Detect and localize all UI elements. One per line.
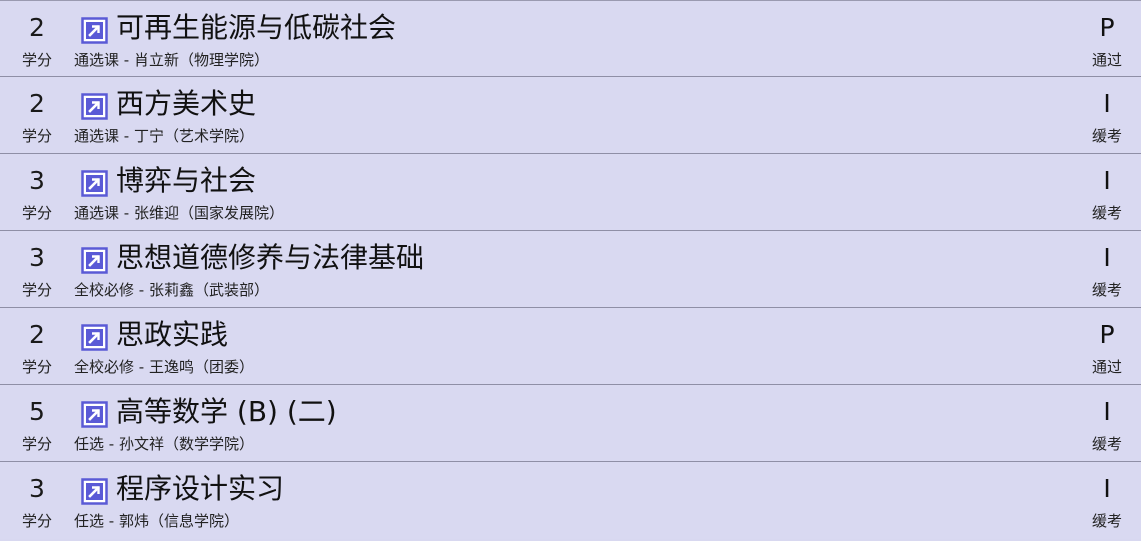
course-row[interactable]: 2 学分 可再生能源与低碳社会 通选课 - 肖立新（物理学院） P 通过 <box>0 0 1141 77</box>
credit-value: 3 <box>29 243 45 272</box>
course-list: 2 学分 可再生能源与低碳社会 通选课 - 肖立新（物理学院） P 通过 2 学… <box>0 0 1141 541</box>
course-meta: 任选 - 孙文祥（数学学院） <box>74 435 254 453</box>
external-link-icon[interactable] <box>81 170 108 197</box>
external-link-icon[interactable] <box>81 401 108 428</box>
course-name[interactable]: 高等数学 (B) (二) <box>116 393 337 431</box>
credit-value: 3 <box>29 166 45 195</box>
course-name[interactable]: 可再生能源与低碳社会 <box>116 9 396 47</box>
credit-unit-label: 学分 <box>21 512 52 530</box>
grade-label: 缓考 <box>1091 204 1122 222</box>
grade-label: 通过 <box>1091 51 1122 69</box>
grade-value: I <box>1103 474 1111 503</box>
grade-value: P <box>1099 320 1115 349</box>
course-name[interactable]: 思政实践 <box>116 316 228 354</box>
course-name[interactable]: 博弈与社会 <box>116 162 256 200</box>
grade-label: 缓考 <box>1091 512 1122 530</box>
course-row[interactable]: 3 学分 思想道德修养与法律基础 全校必修 - 张莉鑫（武装部） I 缓考 <box>0 231 1141 308</box>
grade-value: P <box>1099 13 1115 42</box>
external-link-icon[interactable] <box>81 478 108 505</box>
external-link-icon[interactable] <box>81 93 108 120</box>
course-meta: 通选课 - 丁宁（艺术学院） <box>74 127 254 145</box>
grade-value: I <box>1103 89 1111 118</box>
credit-unit-label: 学分 <box>21 435 52 453</box>
course-name[interactable]: 西方美术史 <box>116 85 256 123</box>
credit-unit-label: 学分 <box>21 204 52 222</box>
grade-value: I <box>1103 243 1111 272</box>
course-row[interactable]: 2 学分 思政实践 全校必修 - 王逸鸣（团委） P 通过 <box>0 308 1141 385</box>
credit-value: 5 <box>29 397 45 426</box>
grade-label: 缓考 <box>1091 281 1122 299</box>
external-link-icon[interactable] <box>81 247 108 274</box>
course-name[interactable]: 程序设计实习 <box>116 470 284 508</box>
grade-label: 通过 <box>1091 358 1122 376</box>
credit-value: 2 <box>29 320 45 349</box>
course-row[interactable]: 5 学分 高等数学 (B) (二) 任选 - 孙文祥（数学学院） I 缓考 <box>0 385 1141 462</box>
grade-label: 缓考 <box>1091 435 1122 453</box>
course-row[interactable]: 3 学分 博弈与社会 通选课 - 张维迎（国家发展院） I 缓考 <box>0 154 1141 231</box>
credit-value: 3 <box>29 474 45 503</box>
credit-value: 2 <box>29 13 45 42</box>
credit-unit-label: 学分 <box>21 358 52 376</box>
external-link-icon[interactable] <box>81 324 108 351</box>
credit-value: 2 <box>29 89 45 118</box>
course-meta: 通选课 - 肖立新（物理学院） <box>74 51 269 69</box>
grade-value: I <box>1103 166 1111 195</box>
course-meta: 全校必修 - 王逸鸣（团委） <box>74 358 254 376</box>
credit-unit-label: 学分 <box>21 51 52 69</box>
credit-unit-label: 学分 <box>21 281 52 299</box>
external-link-icon[interactable] <box>81 17 108 44</box>
grade-value: I <box>1103 397 1111 426</box>
course-meta: 通选课 - 张维迎（国家发展院） <box>74 204 284 222</box>
course-row[interactable]: 2 学分 西方美术史 通选课 - 丁宁（艺术学院） I 缓考 <box>0 77 1141 154</box>
course-name[interactable]: 思想道德修养与法律基础 <box>116 239 424 277</box>
course-row[interactable]: 3 学分 程序设计实习 任选 - 郭炜（信息学院） I 缓考 <box>0 462 1141 539</box>
grade-label: 缓考 <box>1091 127 1122 145</box>
course-meta: 全校必修 - 张莉鑫（武装部） <box>74 281 269 299</box>
credit-unit-label: 学分 <box>21 127 52 145</box>
course-meta: 任选 - 郭炜（信息学院） <box>74 512 239 530</box>
